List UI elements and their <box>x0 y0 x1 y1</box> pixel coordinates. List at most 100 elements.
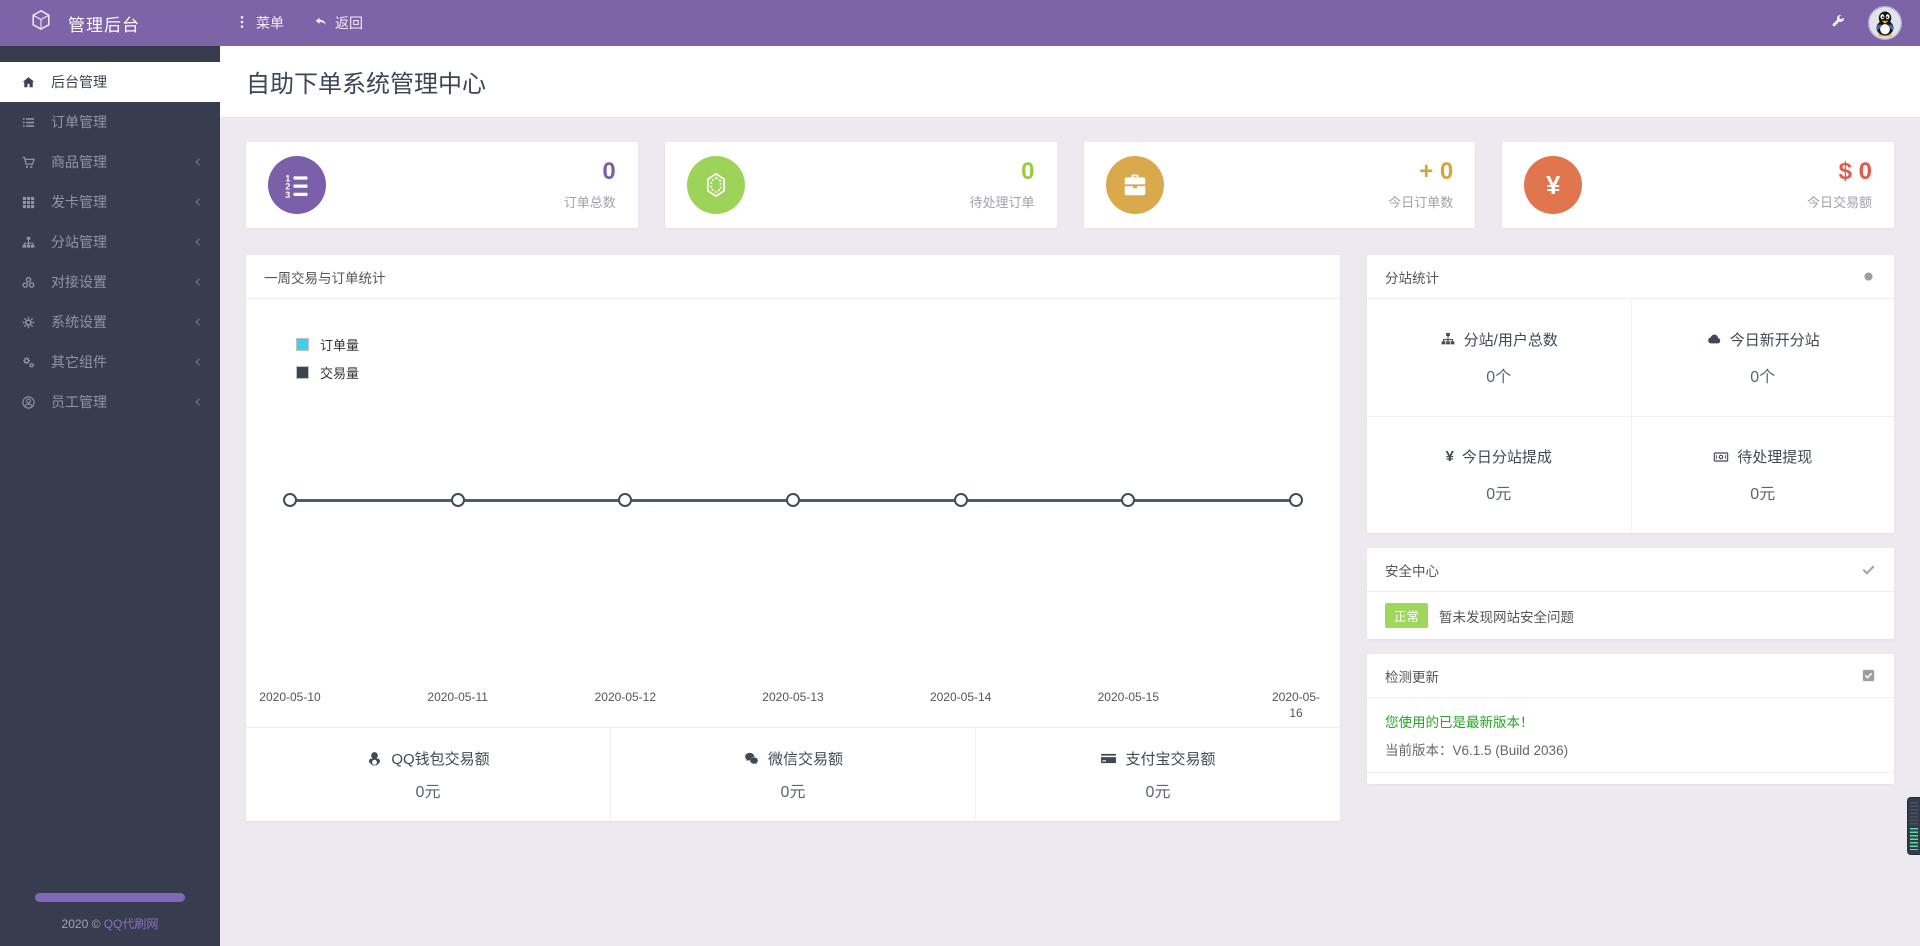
app-title: 管理后台 <box>68 15 140 35</box>
chart-marker <box>786 493 800 508</box>
substation-cell-3: 待处理提现 0元 <box>1630 416 1894 533</box>
gears-icon <box>18 355 38 370</box>
chart-marker <box>953 493 968 508</box>
sidebar-item-3[interactable]: 发卡管理 <box>0 182 220 222</box>
money-icon <box>1713 449 1729 465</box>
chart-x-tick: 2020-05-12 <box>594 690 657 704</box>
legend-swatch <box>296 338 309 351</box>
payment-cell-1: 微信交易额 0元 <box>610 728 975 821</box>
checkbox-icon <box>1861 668 1876 683</box>
legend-item[interactable]: 订单量 <box>296 335 359 354</box>
gear-icon <box>18 315 38 330</box>
payment-value: 0元 <box>780 783 806 801</box>
substation-value: 0元 <box>1750 486 1776 503</box>
legend-label: 订单量 <box>320 338 360 353</box>
chart-title: 一周交易与订单统计 <box>264 270 386 286</box>
substation-label: 分站/用户总数 <box>1463 331 1558 349</box>
qq-icon <box>366 750 383 767</box>
security-title: 安全中心 <box>1385 563 1439 579</box>
chart-legend: 订单量 交易量 <box>296 335 359 391</box>
payments-row: QQ钱包交易额 0元 微信交易额 0元 支付宝交易额 0元 <box>246 727 1340 821</box>
payment-label: QQ钱包交易额 <box>391 750 490 768</box>
sidebar-item-label: 系统设置 <box>51 314 107 330</box>
chevron-left-icon <box>192 156 204 168</box>
chart-plot: 订单量 交易量 <box>283 299 1303 679</box>
activity-bars-green <box>1910 828 1918 850</box>
sidebar-item-label: 员工管理 <box>51 394 107 410</box>
legend-swatch <box>296 366 309 379</box>
chevron-left-icon <box>192 396 204 408</box>
sidebar: 后台管理订单管理商品管理发卡管理 分站管理对接设置系统设置其它组件员工管理 202… <box>0 46 220 946</box>
sidebar-item-8[interactable]: 员工管理 <box>0 382 220 422</box>
wrench-icon[interactable] <box>1830 13 1846 34</box>
stats-row: 1 2 3 0 订单总数 0 待处理订单 + 0 今日订单数 ¥ $ 0 今日交易额 <box>246 142 1894 228</box>
status-badge: 正常 <box>1385 603 1429 628</box>
update-panel: 检测更新 您使用的已是最新版本！ 当前版本：V6.1.5 (Build 2036… <box>1367 654 1894 784</box>
home-icon <box>18 75 38 90</box>
stat-label: 订单总数 <box>563 194 616 210</box>
substation-value: 0个 <box>1486 368 1512 386</box>
cloud-icon <box>1706 331 1722 347</box>
substation-cell-2: ¥ 今日分站提成 0元 <box>1367 416 1631 533</box>
chart-marker <box>283 493 297 508</box>
sitemap-icon <box>18 235 38 250</box>
activity-widget[interactable] <box>1907 797 1920 855</box>
credit-card-icon <box>1100 750 1117 767</box>
sidebar-item-4[interactable]: 分站管理 <box>0 222 220 262</box>
reply-icon <box>314 15 328 32</box>
sidebar-scroll-pill <box>35 893 185 902</box>
sidebar-item-1[interactable]: 订单管理 <box>0 102 220 142</box>
copyright-text: 2020 © <box>61 917 101 931</box>
back-button-label: 返回 <box>335 15 363 31</box>
substation-title: 分站统计 <box>1385 270 1439 286</box>
user-avatar[interactable] <box>1868 6 1902 40</box>
stat-card-1: 0 待处理订单 <box>664 142 1057 228</box>
security-panel: 安全中心 正常 暂未发现网站安全问题 <box>1367 548 1894 639</box>
sidebar-item-2[interactable]: 商品管理 <box>0 142 220 182</box>
cube-icon <box>30 9 52 37</box>
stat-card-2: + 0 今日订单数 <box>1083 142 1476 228</box>
dot-icon <box>1861 269 1876 284</box>
sidebar-item-7[interactable]: 其它组件 <box>0 342 220 382</box>
sidebar-item-label: 对接设置 <box>51 274 107 290</box>
page-header: 自助下单系统管理中心 <box>220 46 1920 118</box>
security-message: 暂未发现网站安全问题 <box>1439 609 1575 625</box>
circles-icon <box>18 275 38 290</box>
substation-value: 0元 <box>1486 486 1512 503</box>
legend-item[interactable]: 交易量 <box>296 363 359 382</box>
legend-label: 交易量 <box>320 366 360 381</box>
dots-vertical-icon <box>235 15 249 32</box>
sitemap-icon <box>1440 331 1456 347</box>
chart-marker <box>450 493 465 508</box>
sidebar-item-label: 其它组件 <box>51 354 107 370</box>
back-button[interactable]: 返回 <box>299 0 378 46</box>
menu-button[interactable]: 菜单 <box>220 0 299 46</box>
chevron-left-icon <box>192 196 204 208</box>
payment-value: 0元 <box>1145 783 1171 801</box>
sidebar-item-label: 后台管理 <box>51 74 107 90</box>
sidebar-item-6[interactable]: 系统设置 <box>0 302 220 342</box>
payment-cell-0: QQ钱包交易额 0元 <box>246 728 610 821</box>
stat-value: 0 <box>1021 157 1035 185</box>
grid-icon <box>18 195 38 210</box>
stat-card-0: 1 2 3 0 订单总数 <box>246 142 638 228</box>
stat-value: + 0 <box>1419 157 1454 185</box>
sidebar-item-label: 商品管理 <box>51 154 107 170</box>
menu-button-label: 菜单 <box>256 15 284 31</box>
chart-x-tick: 2020-05-13 <box>762 690 824 704</box>
payment-label: 微信交易额 <box>767 750 843 768</box>
sidebar-item-5[interactable]: 对接设置 <box>0 262 220 302</box>
briefcase-icon <box>1105 156 1164 214</box>
chart-x-tick: 2020-05-16 <box>1271 690 1321 721</box>
substation-cell-0: 分站/用户总数 0个 <box>1367 299 1631 416</box>
update-version: 当前版本：V6.1.5 (Build 2036) <box>1385 743 1569 758</box>
chart-x-tick: 2020-05-15 <box>1097 690 1160 704</box>
topbar: 管理后台 菜单 返回 <box>0 0 1920 46</box>
copyright-link[interactable]: QQ代刷网 <box>104 917 159 931</box>
stat-label: 待处理订单 <box>969 194 1035 210</box>
weekly-chart-card: 一周交易与订单统计 订单量 交易量 2020-05-10 2020-05-11 202… <box>246 255 1340 821</box>
sidebar-item-0[interactable]: 后台管理 <box>0 62 220 102</box>
stat-label: 今日订单数 <box>1388 194 1454 210</box>
yen-icon: ¥ <box>1524 156 1583 214</box>
update-latest-message: 您使用的已是最新版本！ <box>1385 715 1534 730</box>
